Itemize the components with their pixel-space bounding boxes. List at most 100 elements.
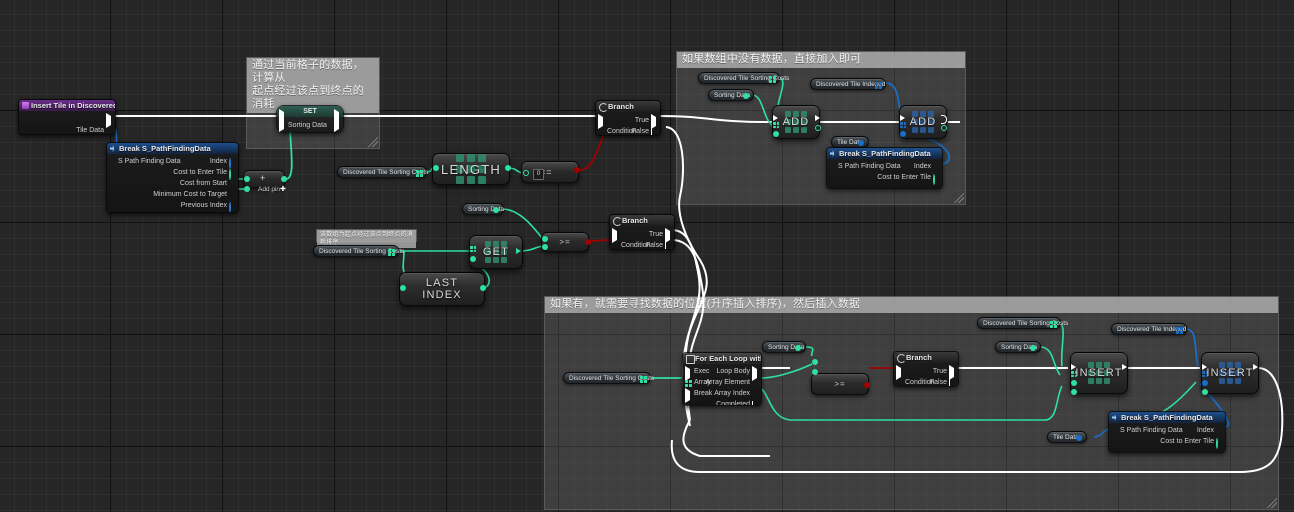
node-array-insert-indexed[interactable]: INSERT — [1201, 352, 1259, 394]
get-discovered-tile-sorting-costs-top[interactable]: Discovered Tile Sorting Costs — [698, 72, 789, 84]
index-out-pin[interactable] — [229, 158, 236, 169]
previous-index-out-pin[interactable] — [229, 202, 236, 212]
length-in-pin[interactable] — [433, 165, 439, 171]
add-blue-item-in[interactable] — [900, 131, 906, 137]
index-out-pin[interactable] — [933, 163, 940, 170]
node-array-add-costs[interactable]: ADD — [772, 105, 820, 139]
add-pin-label[interactable]: Add pin — [258, 186, 280, 193]
length-out-pin[interactable] — [505, 165, 511, 171]
add-blue-exec-out[interactable] — [941, 115, 947, 124]
add-green-return-out[interactable] — [815, 125, 821, 131]
get-index-in-pin[interactable] — [470, 256, 476, 262]
cost-to-enter-out-pin[interactable] — [933, 174, 940, 185]
array-out-pin[interactable] — [1176, 326, 1183, 334]
cost-to-enter-out-pin[interactable] — [229, 169, 236, 180]
comment-resize-handle[interactable] — [368, 137, 378, 147]
completed-exec-pin[interactable] — [752, 401, 759, 405]
add-green-item-in[interactable] — [773, 131, 779, 137]
gte1-in-pin-a[interactable] — [542, 236, 548, 242]
add-green-array-in[interactable] — [773, 122, 779, 128]
exec-out-pin[interactable] — [106, 113, 113, 128]
node-for-each-loop-with-break[interactable]: For Each Loop with Break Exec Loop Body … — [682, 352, 762, 406]
last-index-in-pin[interactable] — [400, 285, 406, 291]
comment-resize-handle[interactable] — [954, 193, 964, 203]
add-green-exec-in[interactable] — [773, 115, 778, 121]
get-discovered-tile-sorting-costs-2[interactable]: Discovered Tile Sorting Costs — [313, 245, 404, 257]
add-blue-exec-in[interactable] — [900, 115, 905, 121]
node-insert-tile-event[interactable]: Insert Tile in Discovered Array Tile Dat… — [18, 99, 116, 135]
value-out-pin[interactable] — [1076, 435, 1083, 442]
get-array-in-pin[interactable] — [470, 246, 476, 252]
value-out-pin[interactable] — [493, 207, 500, 214]
node-break-pathfinding-1[interactable]: Break S_PathFindingData S Path Finding D… — [106, 142, 239, 213]
add-math-in-pin-1[interactable] — [244, 176, 250, 182]
comment-resize-handle[interactable] — [1267, 498, 1277, 508]
array-out-pin[interactable] — [875, 81, 882, 89]
set-exec-out-pin[interactable] — [334, 109, 341, 132]
blueprint-graph-canvas[interactable]: 通过当前格子的数据，计算从 起点经过该点到终点的消耗 如果数组中没有数据，直接加… — [0, 0, 1294, 512]
array-out-pin[interactable] — [388, 248, 395, 256]
array-out-pin[interactable] — [1050, 320, 1057, 328]
get-sorting-data-top[interactable]: Sorting Data — [708, 89, 754, 101]
value-out-pin[interactable] — [858, 140, 865, 147]
node-greater-equal-1[interactable]: >= — [541, 232, 589, 252]
false-exec-pin[interactable] — [665, 242, 672, 249]
array-out-pin[interactable] — [769, 75, 776, 83]
add-math-out-pin[interactable] — [281, 176, 287, 182]
add-math-in-pin-2[interactable] — [244, 186, 250, 192]
get-tile-data-2[interactable]: Tile Data — [1047, 431, 1087, 443]
get-sorting-data-4[interactable]: Sorting Data — [995, 341, 1041, 353]
cost-to-enter-out-pin[interactable] — [1216, 438, 1223, 449]
get-out-pin[interactable] — [516, 248, 521, 254]
add-blue-return-out[interactable] — [941, 125, 947, 131]
equal-out-pin[interactable] — [574, 167, 580, 173]
value-out-pin[interactable] — [743, 93, 750, 100]
node-break-pathfinding-3[interactable]: Break S_PathFindingData S Path Finding D… — [1108, 411, 1226, 453]
get-discovered-tile-sorting-costs-1[interactable]: Discovered Tile Sorting Costs — [337, 166, 428, 178]
node-array-add-indexed[interactable]: ADD — [899, 105, 947, 139]
comment-sorted-array[interactable]: 该数组为起点经过该点到终点的消耗排序 — [316, 229, 417, 248]
node-array-insert-costs[interactable]: INSERT — [1070, 352, 1128, 394]
get-sorting-data-2[interactable]: Sorting Data — [462, 203, 504, 215]
value-out-pin[interactable] — [795, 345, 802, 352]
node-branch-1[interactable]: Branch True Condition False — [595, 100, 661, 136]
equal-input-b-value[interactable]: 0 — [533, 169, 544, 180]
equal-in-pin-a[interactable] — [523, 170, 529, 176]
node-branch-3[interactable]: Branch True Condition False — [893, 351, 959, 387]
node-equal[interactable]: == — [521, 161, 579, 183]
array-element-out-pin[interactable] — [752, 379, 759, 386]
false-exec-pin[interactable] — [949, 379, 956, 386]
add-green-exec-out[interactable] — [815, 115, 820, 121]
gte2-in-pin-b[interactable] — [812, 369, 818, 375]
insert-blue-index-in[interactable] — [1202, 389, 1208, 395]
get-discovered-tile-sorting-costs-loop[interactable]: Discovered Tile Sorting Costs — [563, 372, 654, 384]
get-discovered-tile-sorting-costs-insert[interactable]: Discovered Tile Sorting Costs — [977, 317, 1068, 329]
node-greater-equal-2[interactable]: >= — [811, 373, 869, 395]
node-break-pathfinding-2[interactable]: Break S_PathFindingData S Path Finding D… — [826, 147, 943, 189]
true-exec-pin[interactable] — [949, 365, 956, 380]
gte2-in-pin-a[interactable] — [812, 359, 818, 365]
cost-from-start-out-pin[interactable] — [229, 180, 236, 187]
gte1-in-pin-b[interactable] — [542, 244, 548, 250]
gte2-out-pin[interactable] — [864, 382, 870, 388]
get-sorting-data-3[interactable]: Sorting Data — [762, 341, 806, 353]
array-out-pin[interactable] — [416, 169, 423, 177]
node-branch-2[interactable]: Branch True Condition False — [609, 214, 675, 250]
node-last-index[interactable]: LAST INDEX — [399, 272, 485, 306]
node-array-length[interactable]: LENGTH — [432, 153, 510, 185]
loop-body-exec-pin[interactable] — [752, 366, 759, 381]
tile-data-out-pin[interactable] — [106, 127, 113, 134]
add-pin-plus-icon[interactable]: ✚ — [280, 185, 286, 193]
get-discovered-tile-indexed-top[interactable]: Discovered Tile Indexed — [810, 78, 886, 90]
true-exec-pin[interactable] — [651, 114, 658, 129]
comment-calc-cost[interactable]: 通过当前格子的数据，计算从 起点经过该点到终点的消耗 — [246, 57, 380, 149]
last-index-out-pin[interactable] — [480, 285, 486, 291]
node-array-get[interactable]: GET — [469, 235, 523, 269]
false-exec-pin[interactable] — [651, 128, 658, 135]
min-cost-out-pin[interactable] — [229, 191, 236, 198]
get-discovered-tile-indexed-2[interactable]: Discovered Tile Indexed — [1111, 323, 1187, 335]
insert-blue-item-in[interactable] — [1202, 380, 1208, 386]
index-out-pin[interactable] — [1216, 427, 1223, 434]
insert-green-index-in[interactable] — [1071, 389, 1077, 395]
add-blue-array-in[interactable] — [900, 122, 906, 128]
